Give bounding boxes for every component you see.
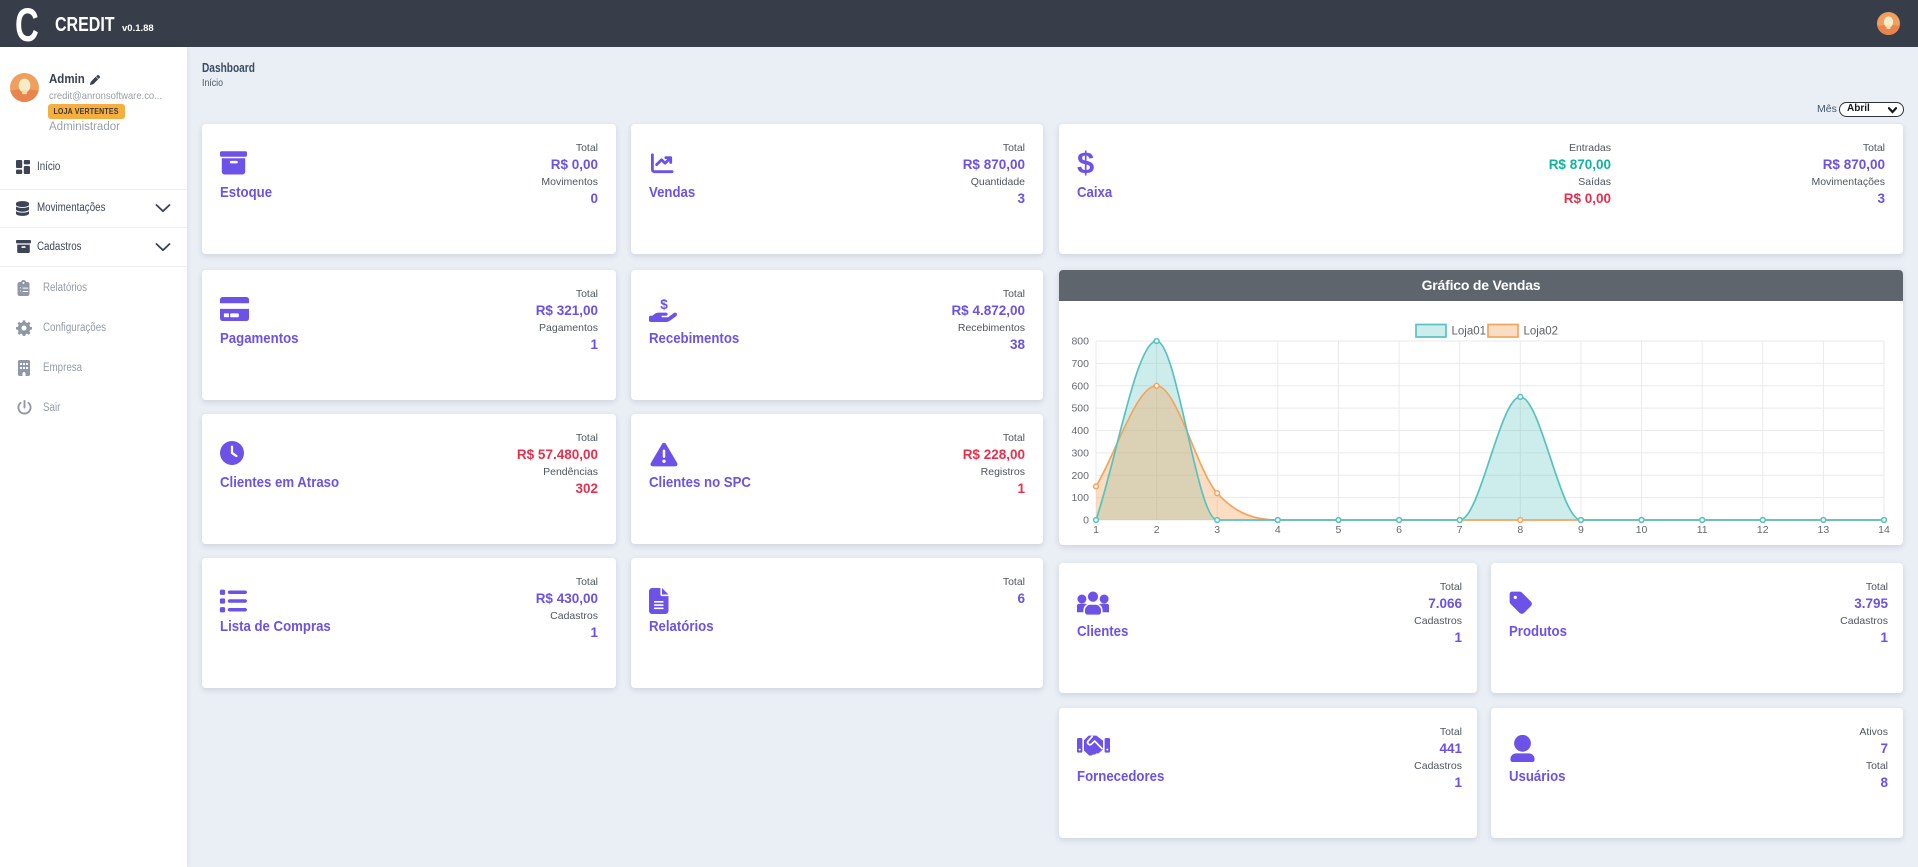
svg-text:300: 300	[1071, 447, 1089, 459]
svg-text:200: 200	[1071, 470, 1089, 482]
svg-text:600: 600	[1071, 380, 1089, 392]
svg-text:13: 13	[1818, 524, 1830, 536]
svg-text:5: 5	[1336, 524, 1342, 536]
svg-text:Loja01: Loja01	[1452, 326, 1487, 338]
svg-text:12: 12	[1757, 524, 1769, 536]
svg-text:$: $	[660, 297, 668, 312]
svg-text:3: 3	[1214, 524, 1220, 536]
svg-text:4: 4	[1275, 524, 1281, 536]
svg-text:7: 7	[1457, 524, 1463, 536]
svg-text:500: 500	[1071, 403, 1089, 415]
svg-text:6: 6	[1396, 524, 1402, 536]
svg-text:8: 8	[1517, 524, 1523, 536]
svg-text:0: 0	[1083, 515, 1089, 527]
svg-text:10: 10	[1636, 524, 1648, 536]
svg-text:14: 14	[1878, 524, 1890, 536]
svg-text:2: 2	[1154, 524, 1160, 536]
svg-text:700: 700	[1071, 358, 1089, 370]
svg-text:800: 800	[1071, 336, 1089, 348]
svg-text:400: 400	[1071, 425, 1089, 437]
svg-text:100: 100	[1071, 492, 1089, 504]
svg-text:9: 9	[1578, 524, 1584, 536]
svg-text:1: 1	[1093, 524, 1099, 536]
svg-text:11: 11	[1697, 524, 1708, 536]
svg-text:Loja02: Loja02	[1524, 326, 1559, 338]
